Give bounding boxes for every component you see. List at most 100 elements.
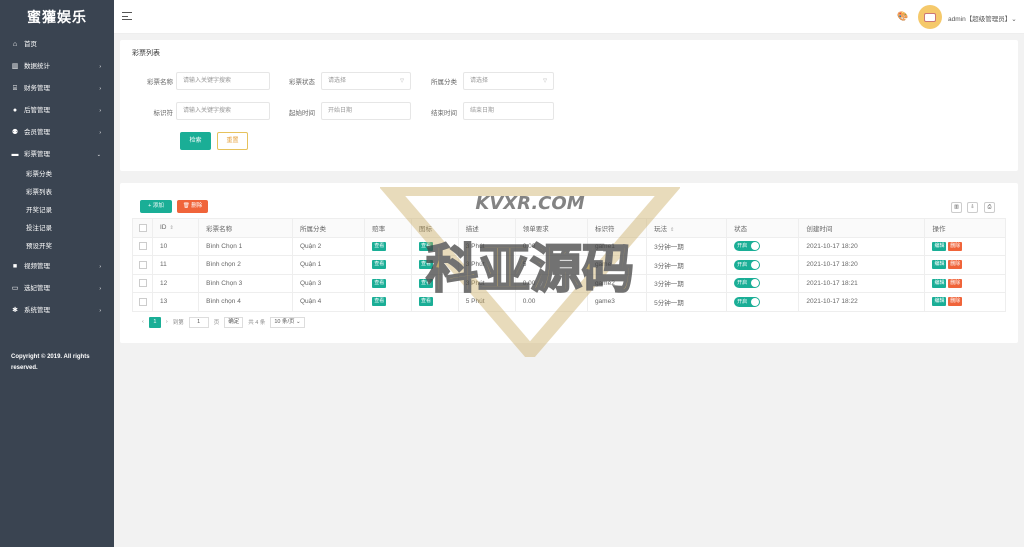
row-delete-button[interactable]: 删除 — [948, 260, 963, 270]
page-size-select[interactable]: 10 条/页 ⌄ — [270, 316, 305, 328]
sidebar-item-label: 财务管理 — [24, 85, 50, 92]
start-date-input[interactable]: 开始日期 — [321, 102, 411, 120]
total-count: 共 4 条 — [248, 320, 266, 326]
cell-category: Quận 4 — [291, 292, 366, 312]
status-toggle[interactable]: 开启 — [734, 278, 761, 289]
home-icon: ⌂ — [12, 41, 18, 48]
sort-icon[interactable]: ⇕ — [170, 225, 174, 231]
columns-icon[interactable]: ▥ — [951, 202, 962, 213]
column-header[interactable]: ID ⇕ — [151, 218, 200, 238]
column-header-label: 图标 — [418, 225, 432, 233]
select-all-checkbox[interactable] — [132, 218, 153, 238]
cell-status: 开启 — [726, 292, 800, 312]
key-search-input[interactable]: 请输入关键字搜索 — [176, 102, 270, 120]
palette-icon[interactable]: 🎨 — [897, 11, 908, 22]
status-toggle[interactable]: 开启 — [734, 259, 761, 270]
cell-odds: 查看 — [364, 236, 412, 256]
row-checkbox[interactable] — [132, 292, 153, 312]
bank-icon: ⌸ — [12, 85, 18, 92]
status-select[interactable]: 请选择 ▽ — [321, 72, 411, 90]
cell-key: game3 — [586, 292, 648, 312]
cell-requirement: 0.00 — [514, 292, 588, 312]
search-button[interactable]: 检索 — [180, 132, 211, 150]
page-input[interactable]: 1 — [188, 316, 209, 328]
sidebar-item-gamepad[interactable]: ▬ 彩票管理 ⌄ — [0, 144, 114, 166]
view-odds-button[interactable]: 查看 — [372, 297, 387, 307]
sidebar-item-users[interactable]: ⚉ 会员管理 › — [0, 122, 114, 144]
row-checkbox[interactable] — [132, 255, 153, 275]
sidebar-item-bar-chart[interactable]: ▥ 数据统计 › — [0, 56, 114, 78]
page-current[interactable]: 1 — [148, 316, 161, 328]
user-menu[interactable]: admin【超级管理员】⌄ — [948, 13, 1017, 23]
users-icon: ⚉ — [11, 129, 19, 136]
sidebar-item-video[interactable]: ■ 视频管理 › — [0, 256, 114, 278]
avatar[interactable] — [918, 5, 942, 29]
table-row: 10 Bình Chọn 1 Quận 2 查看 查看 3 Phút 0.00 game1 3分… — [132, 236, 1006, 256]
cell-odds: 查看 — [364, 255, 412, 275]
sidebar-subitem[interactable]: 开奖记录 — [0, 202, 114, 220]
sidebar-item-home[interactable]: ⌂ 首页 — [0, 34, 114, 56]
print-icon[interactable]: ⎙ — [984, 202, 995, 213]
start-time-label: 起始时间 — [289, 110, 315, 117]
column-header: 创建时间 — [798, 218, 926, 238]
sidebar-item-label: 彩票管理 — [24, 151, 50, 158]
sidebar-item-label: 后管管理 — [24, 107, 50, 114]
status-toggle[interactable]: 开启 — [734, 296, 761, 307]
view-icon-button[interactable]: 查看 — [418, 278, 433, 288]
column-header[interactable]: 玩法 ⇕ — [646, 218, 728, 238]
cell-key: game2 — [586, 273, 648, 293]
sort-icon[interactable]: ⇕ — [670, 227, 674, 233]
row-delete-button[interactable]: 删除 — [948, 297, 963, 307]
row-delete-button[interactable]: 删除 — [948, 278, 963, 288]
row-delete-button[interactable]: 删除 — [948, 241, 963, 251]
delete-button[interactable]: 🗑 删除 — [177, 200, 208, 213]
view-icon-button[interactable]: 查看 — [418, 297, 433, 307]
view-odds-button[interactable]: 查看 — [372, 260, 387, 270]
edit-button[interactable]: 编辑 — [932, 278, 947, 288]
sidebar-subitem[interactable]: 彩票列表 — [0, 184, 114, 202]
name-search-input[interactable]: 请输入关键字搜索 — [176, 72, 270, 90]
row-checkbox[interactable] — [132, 273, 153, 293]
goto-confirm-button[interactable]: 确定 — [224, 316, 244, 328]
category-select[interactable]: 请选择 ▽ — [463, 72, 554, 90]
sidebar-subitem[interactable]: 投注记录 — [0, 220, 114, 238]
chevron-icon: › — [99, 308, 101, 314]
sidebar-subitem[interactable]: 预设开奖 — [0, 238, 114, 256]
sidebar-subitem[interactable]: 彩票分类 — [0, 166, 114, 184]
add-button[interactable]: + 添加 — [140, 200, 172, 213]
sidebar-item-user[interactable]: ● 后管管理 › — [0, 100, 114, 122]
end-date-input[interactable]: 结束日期 — [463, 102, 554, 120]
sidebar-item-card[interactable]: ▭ 选妃管理 › — [0, 278, 114, 300]
cell-id: 11 — [151, 255, 200, 275]
menu-toggle-icon[interactable] — [122, 12, 132, 20]
next-page-icon[interactable]: › — [166, 319, 168, 325]
column-header-label: 玩法 — [654, 225, 668, 233]
column-header-label: 状态 — [734, 225, 748, 233]
export-icon[interactable]: ⇩ — [967, 202, 978, 213]
cell-key: game1 — [586, 236, 648, 256]
view-odds-button[interactable]: 查看 — [372, 241, 387, 251]
cell-icon: 查看 — [410, 255, 459, 275]
edit-button[interactable]: 编辑 — [932, 260, 947, 270]
name-label: 彩票名称 — [147, 79, 173, 86]
row-checkbox[interactable] — [132, 236, 153, 256]
cell-name: Bình Chọn 1 — [198, 236, 293, 256]
table-header-row: ID ⇕ 彩票名称 所属分类 赔率 图标 描述 领单要求 标识符 玩法 ⇕ 状态 创建时间 操作 — [132, 218, 1006, 238]
cell-status: 开启 — [726, 255, 800, 275]
prev-page-icon[interactable]: ‹ — [142, 319, 144, 325]
reset-button[interactable]: 重置 — [217, 132, 248, 150]
edit-button[interactable]: 编辑 — [932, 297, 947, 307]
bar-chart-icon: ▥ — [11, 63, 19, 70]
column-header: 赔率 — [364, 218, 412, 238]
cell-play: 3分钟一期 — [646, 255, 728, 275]
sidebar-item-gear[interactable]: ✱ 系统管理 › — [0, 300, 114, 322]
key-label: 标识符 — [153, 110, 174, 117]
edit-button[interactable]: 编辑 — [932, 241, 947, 251]
view-icon-button[interactable]: 查看 — [418, 241, 433, 251]
status-toggle[interactable]: 开启 — [734, 241, 761, 252]
goto-label: 到第 — [172, 320, 184, 326]
sidebar-item-bank[interactable]: ⌸ 财务管理 › — [0, 78, 114, 100]
chevron-down-icon: ▽ — [400, 78, 404, 84]
view-icon-button[interactable]: 查看 — [418, 260, 433, 270]
view-odds-button[interactable]: 查看 — [372, 278, 387, 288]
